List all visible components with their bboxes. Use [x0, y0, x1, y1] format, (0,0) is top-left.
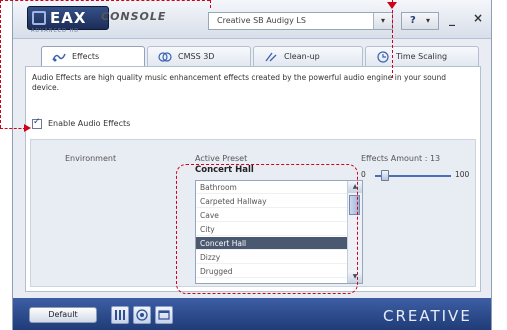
eax-logo-badge: EAX: [27, 6, 109, 30]
tab-bar: Effects CMSS 3D Clean-up Time Scaling: [41, 46, 481, 67]
tab-effects[interactable]: Effects: [41, 46, 145, 67]
settings-icon-button[interactable]: [155, 306, 173, 324]
annotation-line-top: [0, 0, 210, 1]
annotation-arrow-down-icon: [387, 2, 397, 9]
creative-logo: CREATIVE: [383, 307, 472, 325]
annotation-preset-highlight: [176, 164, 358, 294]
enable-audio-effects-label[interactable]: Enable Audio Effects: [48, 119, 130, 128]
tab-cmss3d-label: CMSS 3D: [178, 52, 215, 61]
time-scaling-icon: [377, 51, 389, 63]
effects-amount-label: Effects Amount : 13: [361, 154, 441, 163]
tab-cleanup[interactable]: Clean-up: [253, 46, 363, 66]
environment-label: Environment: [65, 154, 117, 163]
mixer-icon-button[interactable]: [111, 306, 129, 324]
eax-logo-mark-icon: [32, 11, 46, 25]
minimize-button[interactable]: _: [449, 12, 455, 26]
active-preset-label: Active Preset: [195, 154, 248, 163]
tab-cmss3d[interactable]: CMSS 3D: [147, 46, 251, 66]
panel-icon: [158, 310, 170, 320]
mixer-icon: [115, 310, 125, 320]
annotation-line-top-end: [210, 0, 211, 8]
effects-amount-slider[interactable]: 0 100: [361, 170, 471, 182]
speaker-icon-button[interactable]: [133, 306, 151, 324]
slider-min-label: 0: [361, 170, 366, 179]
app-name: CONSOLE: [101, 10, 167, 23]
cleanup-icon: [265, 52, 277, 62]
title-bar: EAX ADVANCED HD CONSOLE Creative SB Audi…: [13, 0, 491, 39]
help-button[interactable]: ? ▾: [401, 12, 439, 30]
annotation-line-left: [0, 0, 1, 128]
eax-logo-text: EAX: [50, 9, 87, 27]
cmss3d-icon: [158, 52, 172, 62]
bottom-bar: Default CREATIVE: [13, 298, 491, 330]
effects-icon: [52, 53, 66, 62]
help-dropdown-icon: ▾: [426, 16, 431, 25]
effects-description: Audio Effects are high quality music enh…: [32, 73, 447, 92]
tab-time-scaling-label: Time Scaling: [396, 52, 448, 61]
annotation-line-to-checkbox: [0, 128, 26, 129]
slider-thumb[interactable]: [380, 170, 389, 181]
eax-logo-subtext: ADVANCED HD: [31, 28, 80, 34]
chevron-down-icon[interactable]: ▾: [373, 13, 392, 29]
close-button[interactable]: ×: [473, 11, 483, 25]
speaker-icon: [136, 309, 148, 321]
tab-cleanup-label: Clean-up: [284, 52, 320, 61]
device-select[interactable]: Creative SB Audigy LS ▾: [208, 12, 393, 30]
tab-effects-label: Effects: [72, 52, 100, 61]
help-icon: ?: [410, 15, 416, 26]
device-select-value: Creative SB Audigy LS: [217, 16, 306, 25]
default-button[interactable]: Default: [29, 307, 97, 323]
enable-audio-effects-checkbox[interactable]: [32, 117, 42, 129]
annotation-line-vertical: [392, 0, 393, 78]
tab-time-scaling[interactable]: Time Scaling: [365, 46, 479, 66]
annotation-arrow-right-icon: [24, 124, 31, 132]
slider-max-label: 100: [455, 170, 470, 179]
